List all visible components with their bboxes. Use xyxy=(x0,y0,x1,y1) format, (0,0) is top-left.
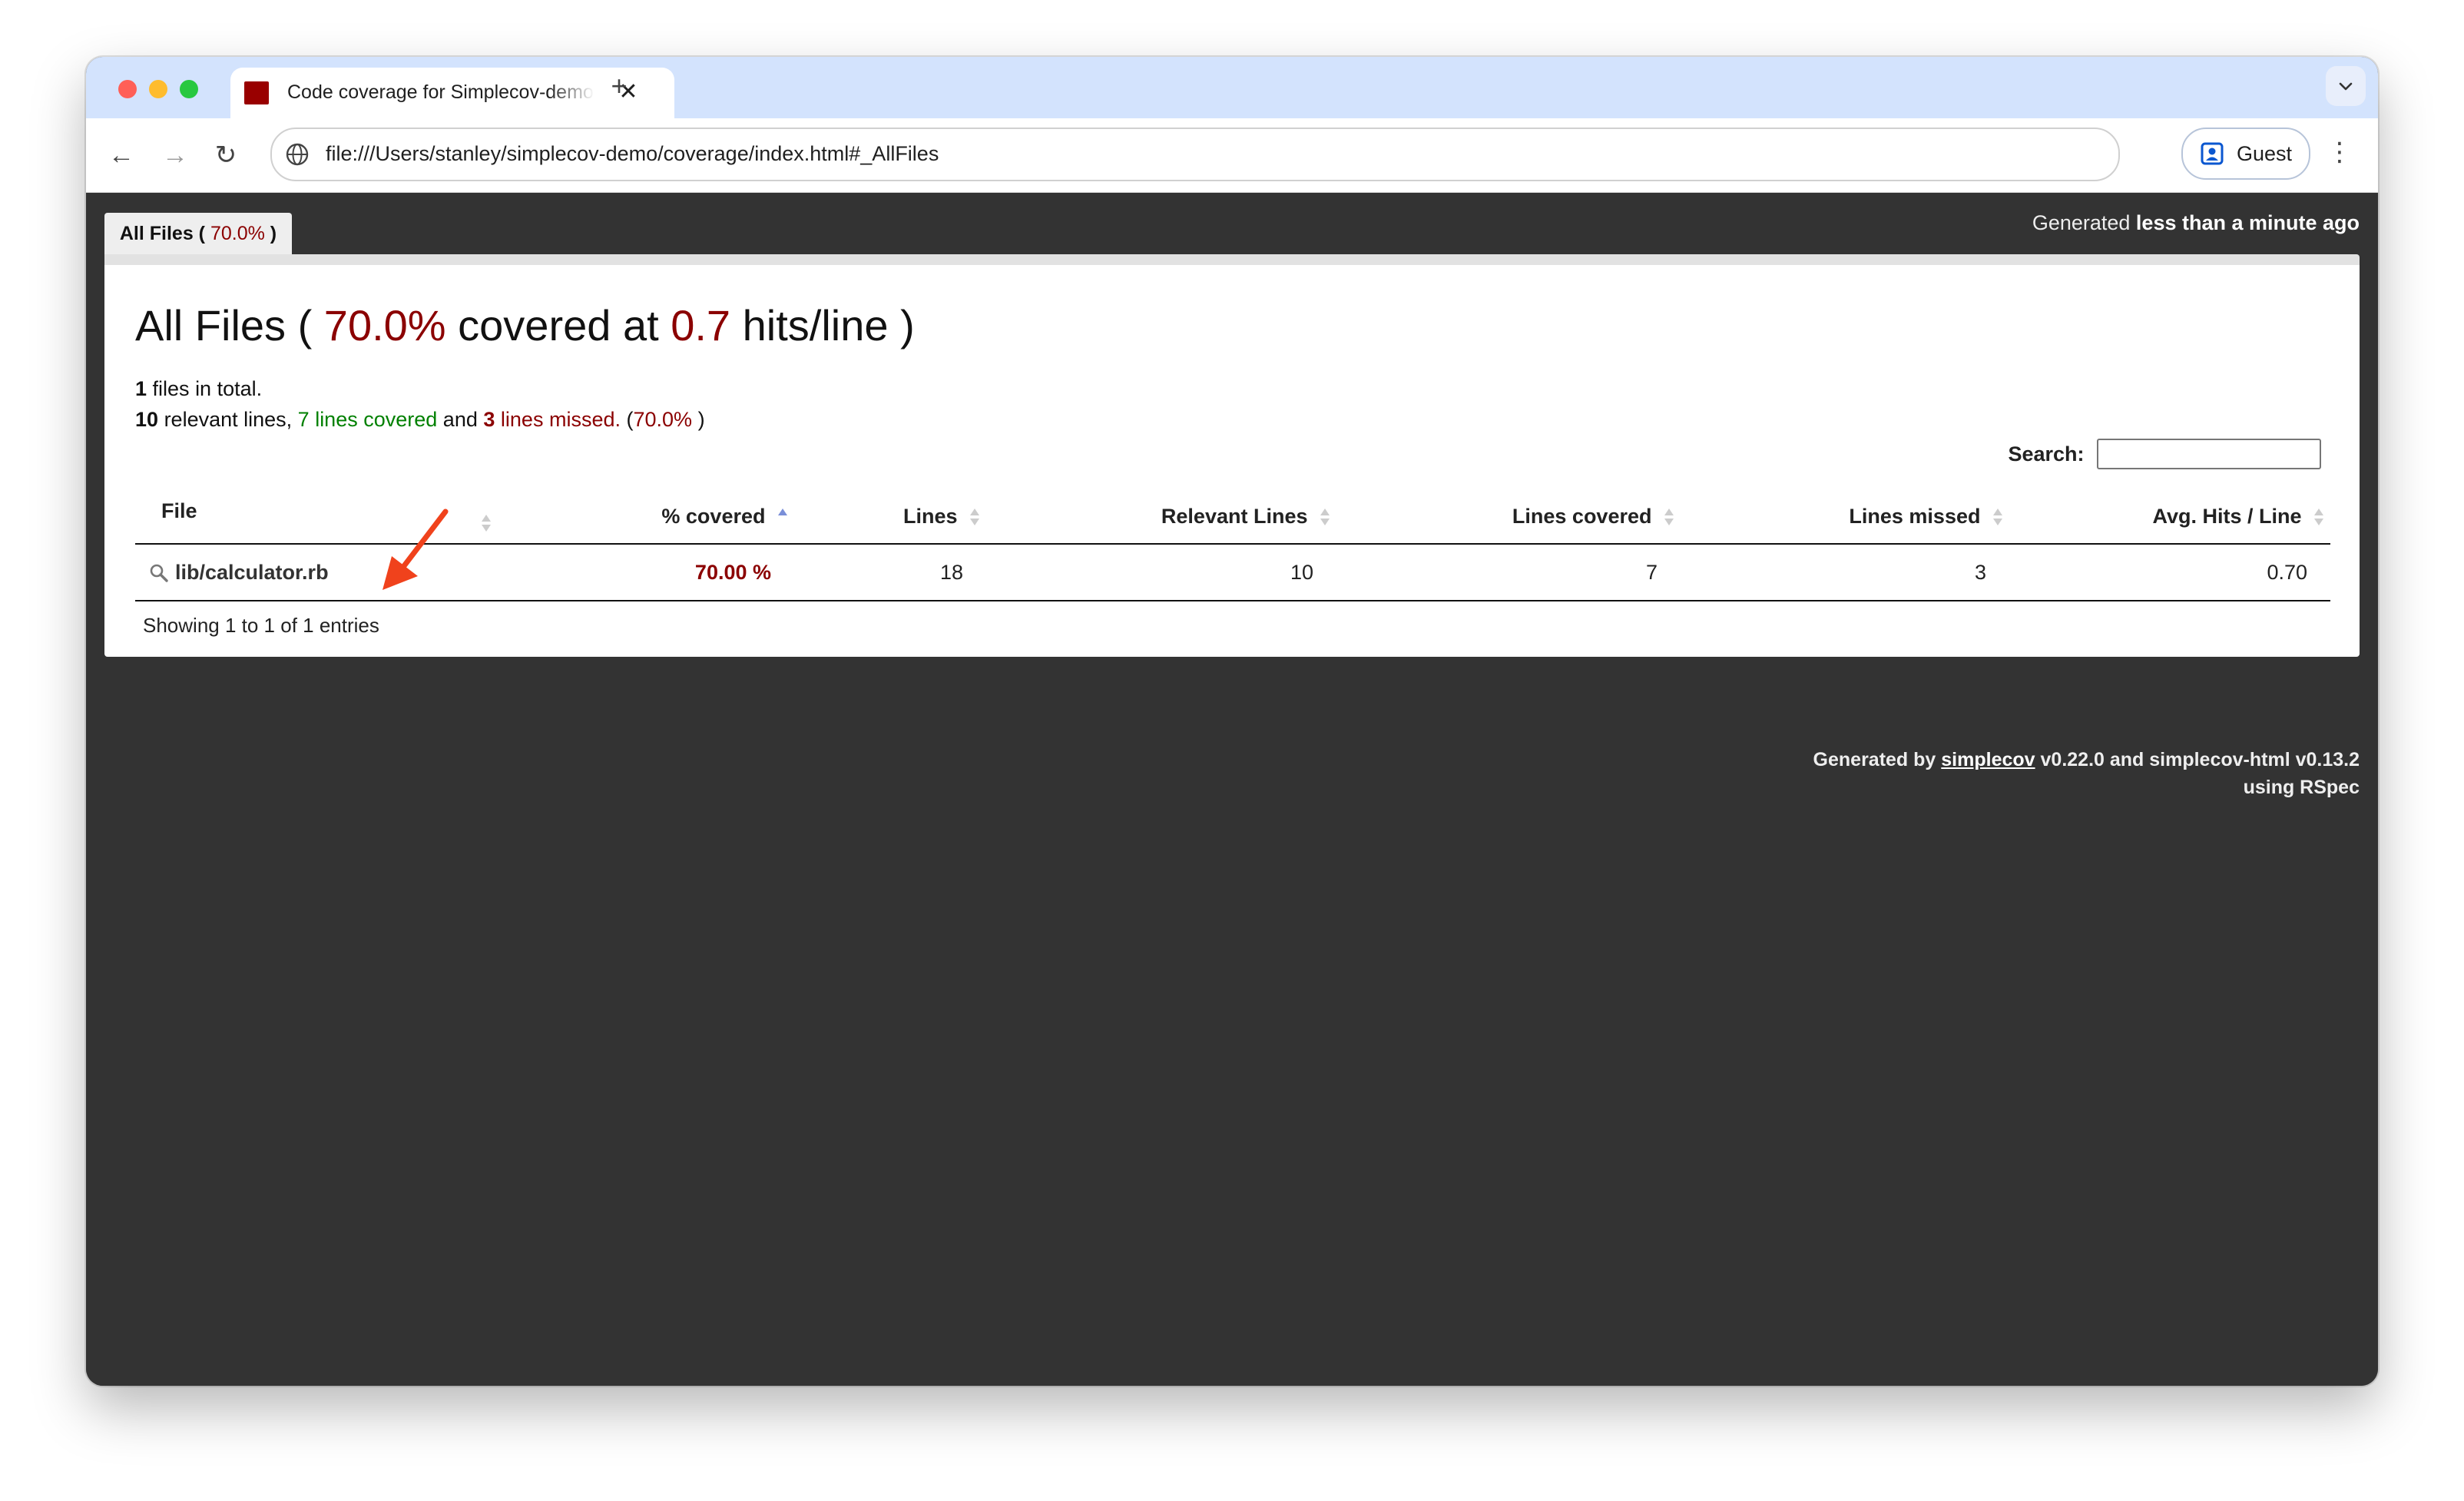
sort-icon xyxy=(482,515,491,532)
generated-timestamp: Generated less than a minute ago xyxy=(2032,211,2360,235)
sort-asc-icon xyxy=(778,509,787,516)
tab-strip: Code coverage for Simplecov-demo ✕ + xyxy=(86,57,2378,118)
sort-icon xyxy=(1664,509,1674,526)
relevant-count: 10 xyxy=(135,408,159,431)
avg-hits-cell: 0.70 xyxy=(2009,544,2330,601)
column-header-lines[interactable]: Lines xyxy=(794,489,986,545)
favicon-icon xyxy=(244,81,269,104)
tab-all-files-suffix: ) xyxy=(270,223,277,244)
search-label: Search: xyxy=(2008,442,2085,466)
files-table: File % covered Lines Relevant Lines Line… xyxy=(135,489,2330,601)
column-header-label: File xyxy=(161,499,197,522)
pct-open: ( xyxy=(626,408,634,431)
coverage-page: All Files ( 70.0% ) Generated less than … xyxy=(86,193,2378,1386)
column-header-label: Lines covered xyxy=(1512,504,1652,528)
table-row: lib/calculator.rb 70.00 % 18 10 7 3 0.70 xyxy=(135,544,2330,601)
column-header-label: Relevant Lines xyxy=(1161,504,1308,528)
avg-hits-value: 0.70 xyxy=(2267,560,2307,584)
lines-summary: 10 relevant lines, 7 lines covered and 3… xyxy=(135,408,705,432)
guest-label: Guest xyxy=(2237,142,2293,165)
summary-pct: 70.0% xyxy=(633,408,693,431)
sort-icon xyxy=(2314,509,2323,526)
search-box: Search: xyxy=(2008,439,2321,472)
page-footer: Generated by simplecov v0.22.0 and simpl… xyxy=(1813,746,2360,801)
missed-count: 3 xyxy=(483,408,495,431)
pct-close: ) xyxy=(697,408,705,431)
column-header-percent-covered[interactable]: % covered xyxy=(498,489,794,545)
tab-title: Code coverage for Simplecov-demo xyxy=(287,81,594,103)
relevant-cell: 10 xyxy=(986,544,1336,601)
annotation-arrow-icon xyxy=(383,509,449,590)
search-icon xyxy=(150,565,168,583)
search-input[interactable] xyxy=(2097,439,2321,469)
lines-missed-value: 3 xyxy=(1974,560,1986,584)
new-tab-button[interactable]: + xyxy=(599,66,639,106)
lines-cell: 18 xyxy=(794,544,986,601)
site-info-icon[interactable] xyxy=(283,140,312,169)
title-suffix: hits/line ) xyxy=(742,301,915,350)
chevron-down-icon xyxy=(2339,82,2353,91)
all-files-panel: All Files ( 70.0% covered at 0.7 hits/li… xyxy=(104,254,2360,657)
covered-lines-text: 7 lines covered xyxy=(297,408,438,431)
column-header-label: % covered xyxy=(661,504,766,528)
relevant-value: 10 xyxy=(1290,560,1313,584)
relevant-text: relevant lines, xyxy=(164,408,293,431)
title-coverage-pct: 70.0% xyxy=(323,301,446,350)
column-header-lines-missed[interactable]: Lines missed xyxy=(1681,489,2009,545)
column-header-lines-covered[interactable]: Lines covered xyxy=(1336,489,1681,545)
and-text: and xyxy=(442,408,478,431)
title-prefix: All Files ( xyxy=(135,301,313,350)
close-window-button[interactable] xyxy=(118,80,137,98)
footer-prefix: Generated by xyxy=(1813,749,1936,770)
files-text: files in total. xyxy=(152,377,263,400)
sort-icon xyxy=(1993,509,2002,526)
file-link[interactable]: lib/calculator.rb xyxy=(175,561,329,584)
minimize-window-button[interactable] xyxy=(149,80,167,98)
showing-entries-info: Showing 1 to 1 of 1 entries xyxy=(143,614,379,637)
forward-button[interactable]: → xyxy=(157,137,194,174)
generated-prefix: Generated xyxy=(2032,211,2131,234)
guest-profile-button[interactable]: Guest xyxy=(2181,128,2310,180)
lines-covered-cell: 7 xyxy=(1336,544,1681,601)
table-header-row: File % covered Lines Relevant Lines Line… xyxy=(135,489,2330,545)
column-header-avg-hits[interactable]: Avg. Hits / Line xyxy=(2009,489,2330,545)
sort-icon xyxy=(1320,509,1330,526)
column-header-label: Lines missed xyxy=(1849,504,1981,528)
sort-icon xyxy=(970,509,979,526)
browser-menu-button[interactable]: ⋮ xyxy=(2324,132,2355,172)
tab-search-button[interactable] xyxy=(2326,66,2366,106)
page-title: All Files ( 70.0% covered at 0.7 hits/li… xyxy=(135,300,915,350)
tab-all-files-pct: 70.0% xyxy=(210,223,265,244)
tab-all-files[interactable]: All Files ( 70.0% ) xyxy=(104,213,292,254)
footer-runner: using RSpec xyxy=(2243,777,2360,798)
back-button[interactable]: ← xyxy=(103,137,140,174)
browser-window: Code coverage for Simplecov-demo ✕ + ← →… xyxy=(86,57,2378,1386)
files-total-summary: 1 files in total. xyxy=(135,377,262,401)
column-header-relevant-lines[interactable]: Relevant Lines xyxy=(986,489,1336,545)
column-header-label: Avg. Hits / Line xyxy=(2152,504,2302,528)
lines-covered-value: 7 xyxy=(1645,560,1658,584)
title-middle: covered at xyxy=(458,301,659,350)
profile-icon xyxy=(2201,142,2224,165)
column-header-label: Lines xyxy=(902,504,958,528)
missed-text: lines missed. xyxy=(500,408,621,431)
simplecov-link[interactable]: simplecov xyxy=(1941,749,2035,770)
covered-cell: 70.00 % xyxy=(498,544,794,601)
reload-button[interactable]: ↻ xyxy=(207,137,244,174)
generated-time: less than a minute ago xyxy=(2135,211,2360,234)
address-bar[interactable]: file:///Users/stanley/simplecov-demo/cov… xyxy=(270,128,2120,181)
footer-versions: v0.22.0 and simplecov-html v0.13.2 xyxy=(2040,749,2360,770)
browser-toolbar: ← → ↻ file:///Users/stanley/simplecov-de… xyxy=(86,118,2378,193)
maximize-window-button[interactable] xyxy=(180,80,198,98)
files-count: 1 xyxy=(135,377,147,400)
lines-value: 18 xyxy=(939,560,963,584)
lines-missed-cell: 3 xyxy=(1681,544,2009,601)
url-text[interactable]: file:///Users/stanley/simplecov-demo/cov… xyxy=(326,142,939,166)
covered-value: 70.00 % xyxy=(694,560,771,584)
title-hits-per-line: 0.7 xyxy=(671,301,731,350)
tab-all-files-prefix: All Files ( xyxy=(119,223,205,244)
